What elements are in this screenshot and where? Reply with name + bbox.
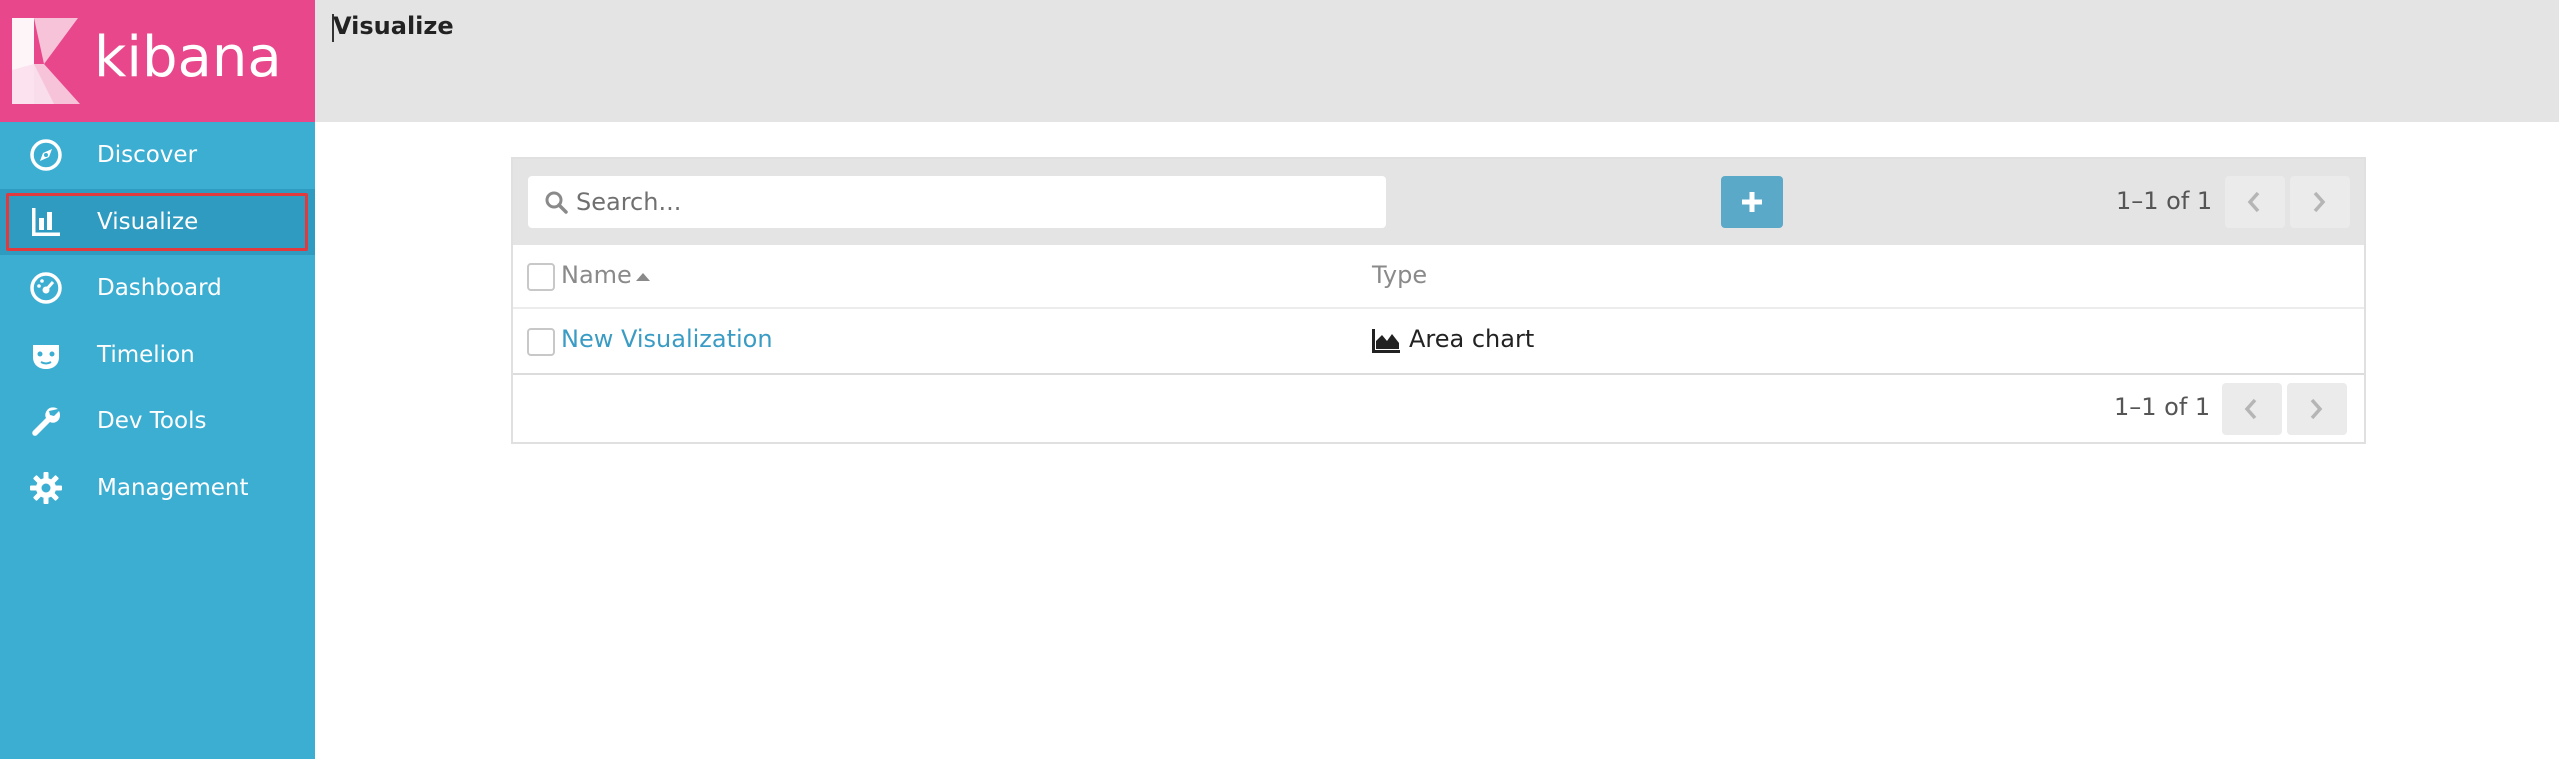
gear-icon [30,471,62,504]
kibana-k-logo-icon [12,18,80,104]
sidebar-item-timelion[interactable]: Timelion [0,322,315,389]
brand-name: kibana [94,25,282,90]
sort-ascending-icon[interactable] [635,271,651,283]
app-root: kibana Discover Visualize Dashboard Time… [0,0,2559,759]
next-page-button[interactable] [2290,176,2350,228]
sidebar-item-visualize[interactable]: Visualize [0,188,315,255]
sidebar-item-management[interactable]: Management [0,455,315,522]
chevron-left-icon [2247,191,2260,213]
wrench-icon [32,407,60,436]
visualization-type: Area chart [1409,325,1535,353]
column-header-type: Type [1372,261,1428,289]
sidebar-nav: Discover Visualize Dashboard Timelion De… [0,122,315,521]
sidebar-item-label: Visualize [97,208,199,235]
compass-icon [30,139,62,171]
bar-chart-icon [32,207,60,236]
sidebar-item-discover[interactable]: Discover [0,122,315,189]
sidebar: kibana Discover Visualize Dashboard Time… [0,0,315,759]
select-all-checkbox[interactable] [527,263,555,291]
plus-icon [1742,192,1762,212]
add-visualization-button[interactable] [1721,176,1783,228]
row-checkbox[interactable] [527,328,555,356]
table-header-row: Name Type [513,245,2364,309]
chevron-left-icon [2244,398,2257,420]
visualizations-panel: 1–1 of 1 Name Type New Visualization [511,157,2366,444]
footer-next-page-button[interactable] [2287,383,2347,435]
previous-page-button[interactable] [2225,176,2285,228]
visualization-link[interactable]: New Visualization [561,325,773,353]
list-toolbar: 1–1 of 1 [513,159,2364,245]
sidebar-item-label: Dashboard [97,275,222,302]
sidebar-item-dashboard[interactable]: Dashboard [0,255,315,322]
timelion-mask-icon [33,344,59,369]
chevron-right-icon [2310,398,2323,420]
footer-pager-count-text: 1–1 of 1 [2114,393,2211,421]
sidebar-item-dev-tools[interactable]: Dev Tools [0,388,315,455]
kibana-logo[interactable]: kibana [0,0,315,122]
top-bar: Visualize [315,0,2559,122]
pager-count-text: 1–1 of 1 [2116,187,2213,215]
table-row: New Visualization Area chart [513,309,2364,375]
sidebar-item-label: Dev Tools [97,408,207,435]
sidebar-item-label: Timelion [97,341,195,368]
column-header-name[interactable]: Name [561,261,632,289]
area-chart-icon [1372,329,1400,353]
page-title: Visualize [333,12,454,40]
footer-previous-page-button[interactable] [2222,383,2282,435]
search-input[interactable] [576,176,1366,228]
search-box[interactable] [528,176,1386,228]
dashboard-gauge-icon [30,272,62,304]
chevron-right-icon [2313,191,2326,213]
search-icon [545,191,568,214]
sidebar-item-label: Management [97,474,249,501]
sidebar-item-label: Discover [97,142,198,169]
table-footer: 1–1 of 1 [513,375,2364,442]
